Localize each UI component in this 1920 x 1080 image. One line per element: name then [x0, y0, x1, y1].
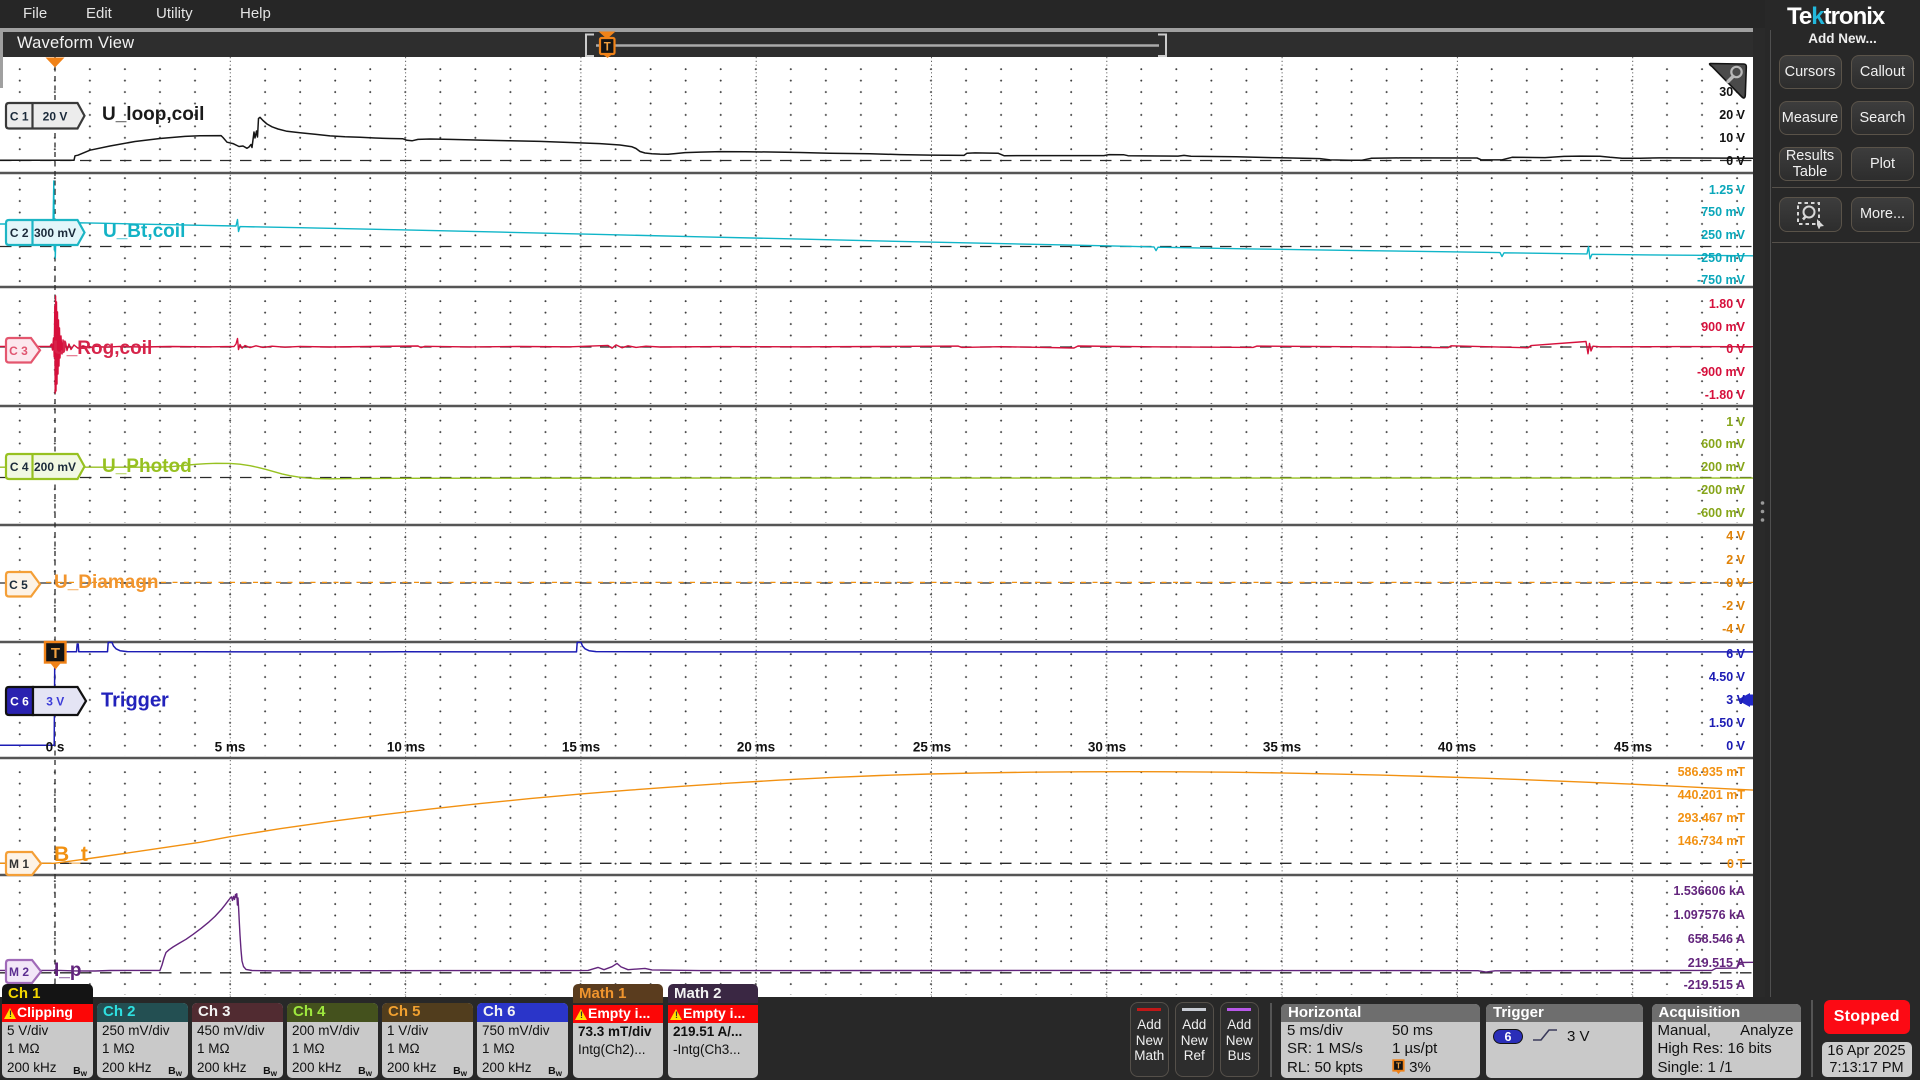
svg-text:C 4: C 4 — [10, 460, 29, 474]
svg-text:C 6: C 6 — [10, 695, 29, 709]
svg-text:20 V: 20 V — [43, 109, 68, 123]
svg-text:M 2: M 2 — [9, 965, 29, 979]
svg-text:C 1: C 1 — [10, 109, 29, 123]
svg-text:C 2: C 2 — [10, 226, 29, 240]
svg-text:C 3: C 3 — [9, 343, 28, 357]
svg-text:M 1: M 1 — [9, 857, 29, 871]
svg-text:200 mV: 200 mV — [34, 460, 76, 474]
svg-text:T: T — [604, 42, 611, 54]
svg-text:T: T — [1396, 1060, 1402, 1070]
svg-text:300 mV: 300 mV — [34, 226, 76, 240]
svg-text:C 5: C 5 — [9, 577, 28, 591]
svg-text:3 V: 3 V — [46, 695, 64, 709]
svg-text:T: T — [51, 645, 60, 662]
